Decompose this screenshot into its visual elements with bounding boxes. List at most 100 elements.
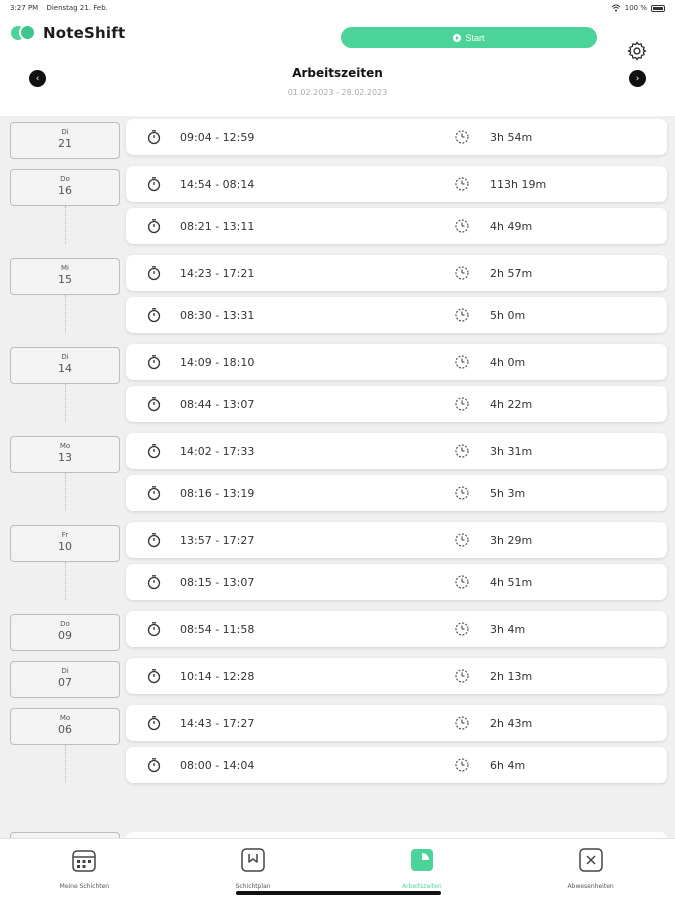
weekday-label: Fr <box>61 531 69 539</box>
weekday-label: Mo <box>59 714 71 722</box>
duration: 4h 51m <box>490 575 533 589</box>
stopwatch-icon <box>146 621 162 637</box>
stopwatch-icon <box>146 574 162 590</box>
entry-card[interactable]: 08:16 - 13:19 5h 3m <box>126 475 667 511</box>
entry-card[interactable]: 08:30 - 13:31 5h 0m <box>126 297 667 333</box>
entries-list: 13:57 - 17:27 3h 29m 08:15 - 13:07 4h 51m <box>126 519 667 600</box>
play-icon <box>453 33 462 42</box>
tab-label: Schichtplan <box>235 883 271 890</box>
entry-card[interactable]: 13:57 - 17:27 3h 29m <box>126 522 667 558</box>
entries-list: 14:23 - 17:21 2h 57m 08:30 - 13:31 5h 0m <box>126 252 667 333</box>
entry-card[interactable]: 09:04 - 12:59 3h 54m <box>126 119 667 155</box>
next-period-button[interactable]: › <box>629 70 646 87</box>
entry-card[interactable]: 14:02 - 17:33 3h 31m <box>126 433 667 469</box>
day-group: Fr 10 13:57 - 17:27 3h 29m 08:15 - 13:07 4h 5… <box>0 519 675 600</box>
stopwatch-icon <box>146 218 162 234</box>
time-range: 08:54 - 11:58 <box>180 622 255 636</box>
brand: NoteShift <box>11 24 125 42</box>
time-range: 14:43 - 17:27 <box>180 716 255 730</box>
status-left: 3:27 PM Dienstag 21. Feb. <box>10 4 114 12</box>
chevron-right-icon: › <box>635 73 640 84</box>
page-title: Arbeitszeiten <box>292 66 383 80</box>
start-button[interactable]: Start <box>341 27 597 48</box>
day-number: 15 <box>58 273 72 286</box>
time-range: 13:57 - 17:27 <box>180 533 255 547</box>
duration: 2h 57m <box>490 266 533 280</box>
weekday-label: Di <box>61 667 69 675</box>
duration-clock-icon <box>454 354 470 370</box>
duration: 4h 49m <box>490 219 533 233</box>
battery-icon <box>651 4 665 12</box>
duration-clock-icon <box>454 265 470 281</box>
day-group: Do 09 08:54 - 11:58 3h 4m <box>0 608 675 651</box>
entries-list: 08:54 - 11:58 3h 4m <box>126 608 667 647</box>
duration: 2h 13m <box>490 669 533 683</box>
worktime-list[interactable]: Di 21 09:04 - 12:59 3h 54m Do 16 14:54 - 08:14… <box>0 116 675 838</box>
app-name: NoteShift <box>43 24 126 42</box>
day-number: 10 <box>58 540 72 553</box>
stopwatch-icon <box>146 532 162 548</box>
entry-card[interactable]: 14:23 - 17:21 2h 57m <box>126 255 667 291</box>
duration-clock-icon <box>454 307 470 323</box>
duration: 5h 3m <box>490 486 526 500</box>
entry-card[interactable]: 08:21 - 13:11 4h 49m <box>126 208 667 244</box>
entry-card[interactable]: 14:43 - 17:27 2h 43m <box>126 705 667 741</box>
time-range: 08:44 - 13:07 <box>180 397 255 411</box>
day-number: 14 <box>58 362 72 375</box>
duration-clock-icon <box>454 715 470 731</box>
home-indicator <box>236 891 441 895</box>
stopwatch-icon <box>146 668 162 684</box>
battery-percent: 100 % <box>624 4 647 12</box>
stopwatch-icon <box>146 485 162 501</box>
date-badge: Do 09 <box>10 614 120 651</box>
entries-list: 14:43 - 17:27 2h 43m 08:00 - 14:04 6h 4m <box>126 702 667 783</box>
logo-icon <box>11 24 36 42</box>
entry-card[interactable]: 14:54 - 08:14 113h 19m <box>126 166 667 202</box>
timeline-connector <box>65 384 66 422</box>
tab-meine-schichten[interactable]: Meine Schichten <box>0 839 169 900</box>
entry-card[interactable]: 08:44 - 13:07 4h 22m <box>126 386 667 422</box>
days-container: Di 21 09:04 - 12:59 3h 54m Do 16 14:54 - 08:14… <box>0 116 675 783</box>
time-range: 14:54 - 08:14 <box>180 177 255 191</box>
status-time: 3:27 PM <box>10 4 39 12</box>
time-range: 09:04 - 12:59 <box>180 130 255 144</box>
entry-card[interactable]: 14:09 - 18:10 4h 0m <box>126 344 667 380</box>
duration: 2h 43m <box>490 716 533 730</box>
day-group: Di 14 14:09 - 18:10 4h 0m 08:44 - 13:07 4h 22… <box>0 341 675 422</box>
duration-clock-icon <box>454 176 470 192</box>
date-badge: Mo 13 <box>10 436 120 473</box>
duration: 5h 0m <box>490 308 526 322</box>
entries-list: 14:54 - 08:14 113h 19m 08:21 - 13:11 4h 49m <box>126 163 667 244</box>
tab-label: Arbeitszeiten <box>402 883 442 890</box>
entries-list: 14:09 - 18:10 4h 0m 08:44 - 13:07 4h 22m <box>126 341 667 422</box>
time-range: 10:14 - 12:28 <box>180 669 255 683</box>
date-badge: Di 21 <box>10 122 120 159</box>
stopwatch-icon <box>146 307 162 323</box>
date-badge: Mo 06 <box>10 708 120 745</box>
entry-card[interactable]: 10:14 - 12:28 2h 13m <box>126 658 667 694</box>
start-label: Start <box>465 32 485 43</box>
timeline-connector <box>65 562 66 600</box>
timeline-connector <box>65 295 66 333</box>
entry-card[interactable]: 08:00 - 14:04 6h 4m <box>126 747 667 783</box>
duration: 4h 0m <box>490 355 526 369</box>
stopwatch-icon <box>146 265 162 281</box>
tab-label: Abwesenheiten <box>567 883 614 890</box>
stopwatch-icon <box>146 396 162 412</box>
stopwatch-icon <box>146 354 162 370</box>
duration-clock-icon <box>454 532 470 548</box>
duration-clock-icon <box>454 574 470 590</box>
tab-abwesenheiten[interactable]: Abwesenheiten <box>506 839 675 900</box>
entry-card[interactable]: 08:15 - 13:07 4h 51m <box>126 564 667 600</box>
date-badge: Do 16 <box>10 169 120 206</box>
title-row: ‹ Arbeitszeiten 01.02.2023 - 28.02.2023 … <box>0 56 675 116</box>
weekday-label: Mo <box>59 442 71 450</box>
day-group: Di 07 10:14 - 12:28 2h 13m <box>0 655 675 698</box>
date-range: 01.02.2023 - 28.02.2023 <box>287 88 388 97</box>
duration: 3h 54m <box>490 130 533 144</box>
duration-clock-icon <box>454 396 470 412</box>
duration-clock-icon <box>454 218 470 234</box>
weekday-label: Mi <box>61 264 69 272</box>
entry-card[interactable]: 08:54 - 11:58 3h 4m <box>126 611 667 647</box>
stopwatch-icon <box>146 443 162 459</box>
